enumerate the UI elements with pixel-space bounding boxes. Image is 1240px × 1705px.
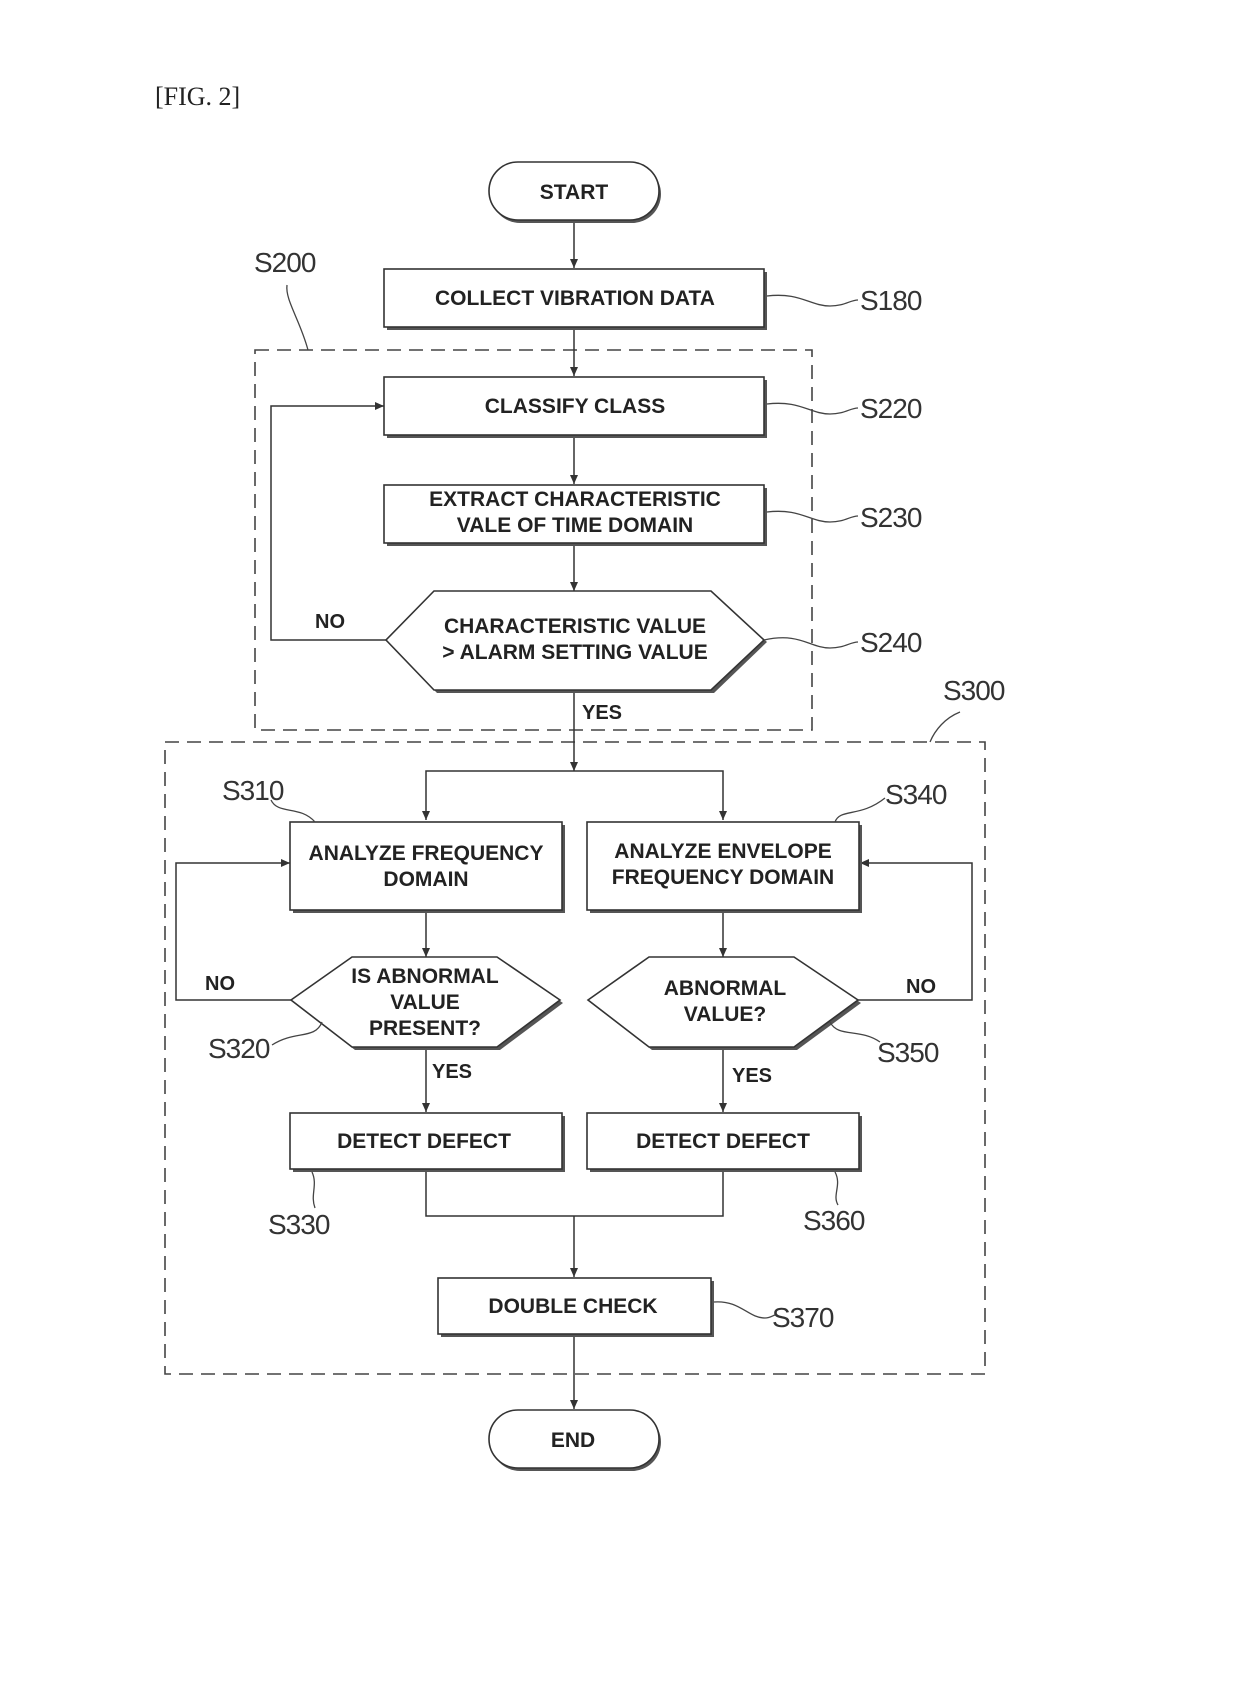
node-s340-text-line2: FREQUENCY DOMAIN bbox=[612, 866, 834, 889]
node-s240-text-line1: CHARACTERISTIC VALUE bbox=[444, 615, 706, 638]
node-s310-text-line1: ANALYZE FREQUENCY bbox=[309, 842, 544, 865]
node-s220-ref: S220 bbox=[860, 393, 922, 424]
node-s180-ref: S180 bbox=[860, 285, 922, 316]
node-s360-ref: S360 bbox=[803, 1205, 865, 1236]
node-s350: ABNORMAL VALUE? bbox=[586, 956, 861, 1050]
node-s340-leader bbox=[834, 797, 886, 823]
label-s350-no: NO bbox=[906, 976, 936, 998]
label-s320-no: NO bbox=[205, 973, 235, 995]
node-start-text: START bbox=[540, 181, 609, 204]
node-s340-ref: S340 bbox=[885, 779, 947, 810]
node-s330-ref: S330 bbox=[268, 1209, 330, 1240]
node-s340: ANALYZE ENVELOPE FREQUENCY DOMAIN bbox=[586, 821, 862, 913]
node-s340-text-line1: ANALYZE ENVELOPE bbox=[614, 840, 831, 863]
node-s180: COLLECT VIBRATION DATA bbox=[383, 268, 767, 330]
edge-split-left bbox=[422, 770, 574, 820]
node-s320-text-line1: IS ABNORMAL bbox=[351, 965, 499, 988]
label-s240-no: NO bbox=[315, 611, 345, 633]
node-s360-text: DETECT DEFECT bbox=[636, 1130, 810, 1153]
flowchart: S200 S300 NO YES NO YES NO YES START COL… bbox=[164, 161, 1006, 1471]
node-start: START bbox=[488, 161, 661, 223]
node-s350-text-line2: VALUE? bbox=[684, 1003, 766, 1026]
node-s240: CHARACTERISTIC VALUE > ALARM SETTING VAL… bbox=[384, 590, 767, 693]
node-s320-text-line2: VALUE bbox=[390, 991, 460, 1014]
node-s370-text: DOUBLE CHECK bbox=[488, 1295, 657, 1318]
label-s240-yes: YES bbox=[582, 702, 622, 724]
node-s320: IS ABNORMAL VALUE PRESENT? bbox=[289, 956, 563, 1050]
node-s220-text: CLASSIFY CLASS bbox=[485, 395, 665, 418]
node-s310: ANALYZE FREQUENCY DOMAIN bbox=[289, 821, 565, 913]
node-s230-text-line2: VALE OF TIME DOMAIN bbox=[457, 514, 693, 537]
node-s360-leader bbox=[834, 1171, 839, 1206]
node-s230: EXTRACT CHARACTERISTIC VALE OF TIME DOMA… bbox=[383, 484, 767, 546]
node-s330: DETECT DEFECT bbox=[289, 1112, 565, 1172]
node-s370-leader bbox=[713, 1301, 776, 1319]
node-s320-leader bbox=[271, 1021, 323, 1046]
node-s310-text-line2: DOMAIN bbox=[383, 868, 468, 891]
node-s230-ref: S230 bbox=[860, 502, 922, 533]
node-s350-ref: S350 bbox=[877, 1037, 939, 1068]
node-end-text: END bbox=[551, 1429, 595, 1452]
node-s320-text-line3: PRESENT? bbox=[369, 1017, 481, 1040]
node-s370-ref: S370 bbox=[772, 1302, 834, 1333]
edge-s240-no-loop bbox=[270, 402, 386, 641]
label-s320-yes: YES bbox=[432, 1061, 472, 1083]
group-s200-leader bbox=[286, 284, 309, 351]
group-s300-ref: S300 bbox=[943, 675, 1005, 706]
node-s330-leader bbox=[311, 1171, 316, 1209]
node-s370: DOUBLE CHECK bbox=[437, 1277, 714, 1337]
group-s300-leader bbox=[929, 711, 961, 743]
edge-split-right bbox=[574, 770, 727, 820]
edge-s330-merge bbox=[425, 1169, 724, 1217]
node-s310-ref: S310 bbox=[222, 775, 284, 806]
node-s350-text-line1: ABNORMAL bbox=[664, 977, 787, 1000]
node-s240-text-line2: > ALARM SETTING VALUE bbox=[442, 641, 707, 664]
node-s360: DETECT DEFECT bbox=[586, 1112, 862, 1172]
node-s240-leader bbox=[763, 637, 859, 649]
node-s350-leader bbox=[829, 1021, 881, 1043]
node-s230-text-line1: EXTRACT CHARACTERISTIC bbox=[429, 488, 721, 511]
node-end: END bbox=[488, 1409, 661, 1471]
node-s330-text: DETECT DEFECT bbox=[337, 1130, 511, 1153]
node-s320-ref: S320 bbox=[208, 1033, 270, 1064]
node-s220: CLASSIFY CLASS bbox=[383, 376, 767, 438]
label-s350-yes: YES bbox=[732, 1065, 772, 1087]
node-s180-text: COLLECT VIBRATION DATA bbox=[435, 287, 715, 310]
node-s240-ref: S240 bbox=[860, 627, 922, 658]
group-s200-ref: S200 bbox=[254, 247, 316, 278]
node-s180-leader bbox=[766, 294, 859, 307]
